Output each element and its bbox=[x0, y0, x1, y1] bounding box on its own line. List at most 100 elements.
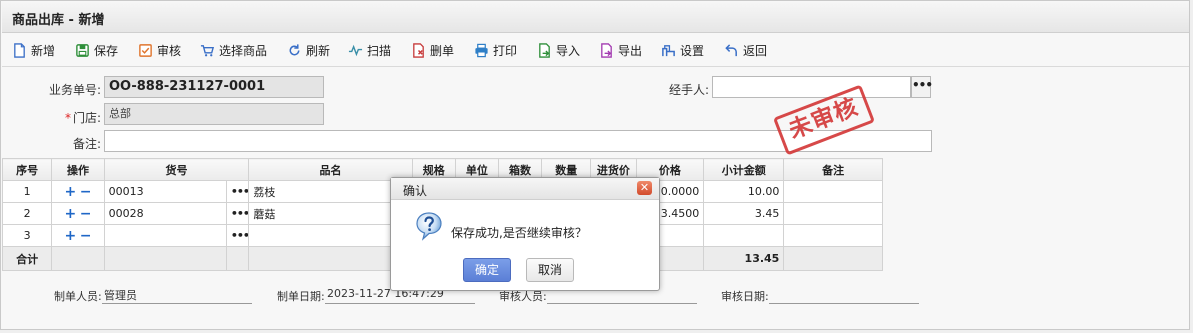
row-code[interactable]: 00028 bbox=[103, 202, 227, 225]
delete-order-button[interactable]: 删单 bbox=[411, 41, 454, 59]
row-seq: 3 bbox=[1, 224, 53, 247]
required-marker: * bbox=[64, 111, 71, 125]
dialog-title: 确认 bbox=[403, 184, 428, 198]
print-icon bbox=[475, 43, 488, 57]
print-button[interactable]: 打印 bbox=[474, 41, 517, 59]
col-header-ops: 操作 bbox=[51, 158, 105, 181]
check-box-icon bbox=[139, 43, 152, 57]
row-remark[interactable] bbox=[783, 224, 883, 247]
handler-field[interactable] bbox=[712, 76, 911, 98]
row-seq: 2 bbox=[1, 202, 53, 225]
question-icon bbox=[416, 212, 442, 241]
row-remark[interactable] bbox=[783, 202, 883, 225]
save-button[interactable]: 保存 bbox=[75, 41, 118, 59]
total-empty-cell bbox=[248, 246, 413, 271]
row-remark[interactable] bbox=[783, 180, 883, 203]
code-picker-button[interactable]: ••• bbox=[225, 180, 250, 203]
scan-button-label: 扫描 bbox=[367, 43, 392, 58]
back-icon bbox=[725, 43, 737, 56]
export-button-label: 导出 bbox=[618, 43, 643, 58]
col-header-subtotal: 小计金额 bbox=[703, 158, 785, 181]
back-button-label: 返回 bbox=[743, 43, 768, 58]
scan-button[interactable]: 扫描 bbox=[348, 41, 391, 59]
new-button[interactable]: 新增 bbox=[12, 41, 55, 59]
store-field[interactable]: 总部 bbox=[104, 103, 324, 125]
total-amount: 13.45 bbox=[703, 246, 785, 271]
order-no-field[interactable]: OO-888-231127-0001 bbox=[104, 76, 324, 98]
export-button[interactable]: 导出 bbox=[599, 41, 642, 59]
creator-underline bbox=[102, 303, 252, 304]
new-doc-icon bbox=[14, 42, 25, 58]
row-subtotal bbox=[703, 224, 785, 247]
creator-value: 管理员 bbox=[104, 289, 137, 302]
review-date-underline bbox=[769, 303, 919, 304]
row-code[interactable] bbox=[103, 224, 227, 247]
confirm-dialog: 确认 ✕ 保存成功,是否继续审核？ 确定 取消 bbox=[390, 177, 660, 291]
total-empty-cell bbox=[103, 246, 227, 271]
audit-button[interactable]: 审核 bbox=[138, 41, 181, 59]
settings-button[interactable]: 设置 bbox=[661, 41, 704, 59]
col-header-code: 货号 bbox=[103, 158, 250, 181]
handler-label: 经手人: bbox=[668, 83, 709, 97]
dialog-message: 保存成功,是否继续审核？ bbox=[451, 226, 587, 240]
print-button-label: 打印 bbox=[493, 43, 518, 58]
dialog-header: 确认 ✕ bbox=[391, 178, 659, 200]
refresh-button[interactable]: 刷新 bbox=[287, 41, 330, 59]
settings-icon bbox=[662, 44, 675, 56]
audit-button-label: 审核 bbox=[157, 43, 182, 58]
confirm-button[interactable]: 确定 bbox=[463, 258, 511, 282]
toolbar: 新增 保存 审核 选择商品 刷新 扫描 删单 打印 导入 导出 设置 返回 bbox=[2, 34, 1189, 67]
remove-row-icon[interactable]: − bbox=[80, 206, 92, 222]
created-date-underline bbox=[325, 303, 475, 304]
handler-picker-button[interactable]: ••• bbox=[911, 76, 933, 98]
row-ops: + − bbox=[51, 202, 105, 225]
add-row-icon[interactable]: + bbox=[64, 184, 76, 200]
created-date-label: 制单日期: bbox=[277, 290, 325, 303]
row-subtotal: 10.00 bbox=[703, 180, 785, 203]
row-name[interactable]: 荔枝 bbox=[248, 180, 413, 203]
refresh-icon bbox=[289, 43, 300, 55]
row-ops: + − bbox=[51, 224, 105, 247]
row-code[interactable]: 00013 bbox=[103, 180, 227, 203]
new-button-label: 新增 bbox=[31, 43, 56, 58]
row-name[interactable]: 蘑菇 bbox=[248, 202, 413, 225]
total-label: 合计 bbox=[1, 246, 53, 271]
scan-icon bbox=[348, 44, 363, 56]
cancel-button[interactable]: 取消 bbox=[526, 258, 574, 282]
row-ops: + − bbox=[51, 180, 105, 203]
col-header-seq: 序号 bbox=[1, 158, 53, 181]
creator-label: 制单人员: bbox=[54, 290, 102, 303]
close-icon[interactable]: ✕ bbox=[637, 181, 652, 195]
total-empty-cell bbox=[225, 246, 250, 271]
add-row-icon[interactable]: + bbox=[64, 206, 76, 222]
row-seq: 1 bbox=[1, 180, 53, 203]
order-no-label: 业务单号: bbox=[48, 83, 101, 97]
delete-order-button-label: 删单 bbox=[430, 43, 455, 58]
row-name[interactable] bbox=[248, 224, 413, 247]
code-picker-button[interactable]: ••• bbox=[225, 202, 250, 225]
import-button-label: 导入 bbox=[556, 43, 581, 58]
remove-row-icon[interactable]: − bbox=[80, 184, 92, 200]
refresh-button-label: 刷新 bbox=[306, 43, 331, 58]
col-header-name: 品名 bbox=[248, 158, 413, 181]
remark-label: 备注: bbox=[72, 137, 101, 151]
save-button-label: 保存 bbox=[94, 43, 119, 58]
settings-button-label: 设置 bbox=[680, 43, 705, 58]
cart-icon bbox=[200, 44, 215, 56]
save-icon bbox=[76, 43, 89, 57]
total-empty-cell bbox=[51, 246, 105, 271]
import-button[interactable]: 导入 bbox=[537, 41, 580, 59]
window-title: 商品出库 - 新增 bbox=[12, 13, 105, 28]
select-goods-button[interactable]: 选择商品 bbox=[200, 41, 267, 59]
remove-row-icon[interactable]: − bbox=[80, 228, 92, 244]
add-row-icon[interactable]: + bbox=[64, 228, 76, 244]
col-header-remark: 备注 bbox=[783, 158, 883, 181]
store-label: * 门店: bbox=[31, 109, 101, 126]
code-picker-button[interactable]: ••• bbox=[225, 224, 250, 247]
delete-doc-icon bbox=[413, 42, 424, 58]
review-date-label: 审核日期: bbox=[721, 290, 769, 303]
store-label-text: 门店: bbox=[72, 111, 101, 125]
select-goods-button-label: 选择商品 bbox=[219, 43, 268, 58]
back-button[interactable]: 返回 bbox=[724, 41, 767, 59]
export-icon bbox=[601, 42, 612, 58]
